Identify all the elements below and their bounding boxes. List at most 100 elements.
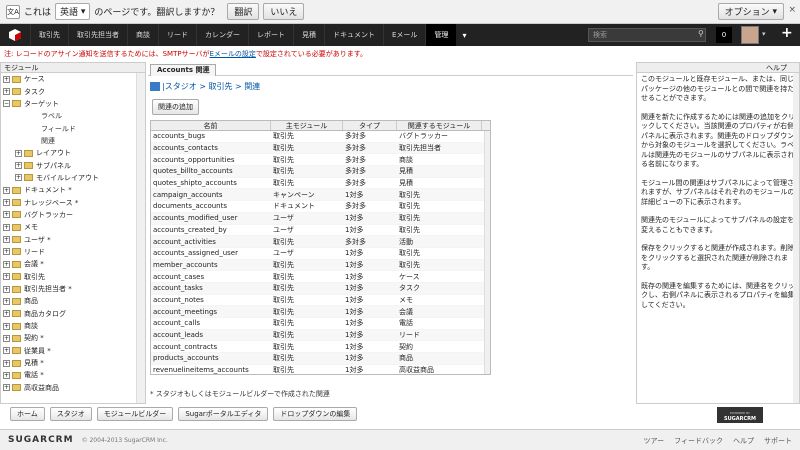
translate-button[interactable]: 翻訳: [227, 3, 260, 20]
expand-toggle-icon[interactable]: +: [15, 162, 22, 170]
tree-item[interactable]: + モバイルレイアウト: [1, 172, 145, 184]
table-row[interactable]: account_meetings 取引先 1対多 会議: [151, 306, 490, 318]
table-row[interactable]: accounts_created_by ユーザ 1対多 取引先: [151, 225, 490, 237]
table-row[interactable]: quotes_billto_accounts 取引先 多対多 見積: [151, 166, 490, 178]
nav-item[interactable]: 商談: [127, 24, 158, 46]
nav-item[interactable]: 取引先: [30, 24, 68, 46]
scrollbar[interactable]: [136, 73, 145, 403]
tree-item-label[interactable]: ラベル: [41, 111, 62, 121]
footer-link[interactable]: フィードバック: [674, 436, 723, 446]
nav-item[interactable]: 管理: [425, 24, 457, 46]
table-row[interactable]: account_tasks 取引先 1対多 タスク: [151, 282, 490, 295]
tree-item[interactable]: + 契約 *: [1, 332, 145, 344]
tree-item[interactable]: + ユーザ *: [1, 233, 145, 245]
table-row[interactable]: account_notes 取引先 1対多 メモ: [151, 295, 490, 307]
tree-item[interactable]: + 会議 *: [1, 258, 145, 270]
expand-toggle-icon[interactable]: +: [3, 88, 10, 96]
language-select[interactable]: 英語 ▾: [55, 3, 91, 20]
bottom-button[interactable]: ドロップダウンの編集: [273, 407, 358, 421]
table-row[interactable]: accounts_contacts 取引先 多対多 取引先担当者: [151, 142, 490, 155]
breadcrumb-path[interactable]: |スタジオ > 取引先 > 関連: [162, 81, 260, 92]
tree-item[interactable]: + 商談: [1, 320, 145, 332]
no-translate-button[interactable]: いいえ: [263, 3, 305, 20]
tree-item[interactable]: + サブパネル: [1, 159, 145, 171]
search-input[interactable]: 検索: [588, 28, 706, 42]
table-row[interactable]: accounts_bugs 取引先 多対多 バグトラッカー: [151, 131, 490, 143]
tree-item[interactable]: + リード: [1, 246, 145, 258]
tree-item-label[interactable]: フィールド: [41, 124, 76, 134]
table-row[interactable]: accounts_assigned_user ユーザ 1対多 取引先: [151, 248, 490, 260]
expand-toggle-icon[interactable]: +: [15, 174, 22, 182]
expand-toggle-icon[interactable]: +: [3, 310, 10, 318]
avatar[interactable]: [741, 26, 759, 44]
tree-item[interactable]: + ケース: [1, 73, 145, 85]
tree-item[interactable]: + レイアウト: [1, 147, 145, 159]
table-row[interactable]: accounts_modified_user ユーザ 1対多 取引先: [151, 212, 490, 225]
table-row[interactable]: account_calls 取引先 1対多 電話: [151, 318, 490, 330]
bottom-button[interactable]: Sugarポータルエディタ: [178, 407, 269, 421]
expand-toggle-icon[interactable]: +: [3, 322, 10, 330]
expand-toggle-icon[interactable]: +: [3, 273, 10, 281]
tree-item[interactable]: + 高収益商品: [1, 382, 145, 394]
tree-item[interactable]: + 商品カタログ: [1, 308, 145, 320]
search-icon[interactable]: ⚲: [698, 29, 704, 38]
tree-item[interactable]: + 取引先: [1, 271, 145, 283]
expand-toggle-icon[interactable]: +: [15, 149, 22, 157]
table-row[interactable]: member_accounts 取引先 1対多 取引先: [151, 259, 490, 272]
add-relationship-button[interactable]: 関連の追加: [152, 99, 199, 115]
scrollbar[interactable]: [484, 131, 490, 374]
tree-item-label[interactable]: 関連: [41, 136, 55, 146]
close-icon[interactable]: ×: [788, 5, 796, 15]
scrollbar[interactable]: [793, 73, 799, 403]
nav-item[interactable]: カレンダー: [196, 24, 248, 46]
tree-item[interactable]: + 電話 *: [1, 369, 145, 381]
options-button[interactable]: オプション ▾: [717, 3, 784, 20]
expand-toggle-icon[interactable]: +: [3, 75, 10, 83]
tree-item[interactable]: + 見積 *: [1, 357, 145, 369]
plus-icon[interactable]: +: [781, 25, 793, 41]
expand-toggle-icon[interactable]: +: [3, 371, 10, 379]
tree-item[interactable]: + タスク: [1, 85, 145, 97]
nav-more-icon[interactable]: ▾: [456, 31, 472, 40]
nav-item[interactable]: レポート: [248, 24, 293, 46]
table-row[interactable]: revenuelineitems_accounts 取引先 1対多 高収益商品: [151, 365, 490, 374]
nav-item[interactable]: 見積: [293, 24, 324, 46]
footer-link[interactable]: ツアー: [644, 436, 665, 446]
table-row[interactable]: products_accounts 取引先 1対多 商品: [151, 353, 490, 365]
tree-item[interactable]: − ターゲット: [1, 98, 145, 110]
column-type[interactable]: タイプ: [343, 121, 397, 130]
chevron-down-icon[interactable]: ▾: [762, 30, 766, 38]
home-icon[interactable]: [150, 81, 160, 91]
tree-item[interactable]: + バグトラッカー: [1, 209, 145, 221]
nav-item[interactable]: 取引先担当者: [68, 24, 127, 46]
tree-item[interactable]: + メモ: [1, 221, 145, 233]
table-row[interactable]: documents_accounts ドキュメント 多対多 取引先: [151, 201, 490, 213]
tree-item[interactable]: ラベル: [1, 110, 145, 122]
expand-toggle-icon[interactable]: +: [3, 186, 10, 194]
sugar-cube-icon[interactable]: [8, 28, 22, 42]
expand-toggle-icon[interactable]: +: [3, 236, 10, 244]
tree-item[interactable]: フィールド: [1, 122, 145, 134]
expand-toggle-icon[interactable]: −: [3, 100, 10, 108]
table-row[interactable]: account_activities 取引先 多対多 活動: [151, 236, 490, 248]
footer-link[interactable]: ヘルプ: [733, 436, 754, 446]
table-row[interactable]: account_cases 取引先 1対多 ケース: [151, 271, 490, 283]
expand-toggle-icon[interactable]: +: [3, 359, 10, 367]
table-row[interactable]: campaign_accounts キャンペーン 1対多 取引先: [151, 189, 490, 202]
footer-link[interactable]: サポート: [764, 436, 792, 446]
notification-count[interactable]: 0: [716, 27, 732, 43]
tree-item[interactable]: + 従業員 *: [1, 345, 145, 357]
nav-item[interactable]: ドキュメント: [324, 24, 383, 46]
expand-toggle-icon[interactable]: +: [3, 285, 10, 293]
expand-toggle-icon[interactable]: +: [3, 260, 10, 268]
table-row[interactable]: quotes_shipto_accounts 取引先 多対多 見積: [151, 178, 490, 190]
email-settings-link[interactable]: Eメールの設定: [210, 50, 256, 58]
bottom-button[interactable]: ホーム: [10, 407, 45, 421]
expand-toggle-icon[interactable]: +: [3, 223, 10, 231]
tab-accounts-relationships[interactable]: Accounts 関連: [150, 64, 217, 76]
tree-item[interactable]: 関連: [1, 135, 145, 147]
tree-item[interactable]: + ナレッジベース *: [1, 196, 145, 208]
tree-item[interactable]: + 取引先担当者 *: [1, 283, 145, 295]
column-primary-module[interactable]: 主モジュール: [271, 121, 343, 130]
bottom-button[interactable]: モジュールビルダー: [96, 407, 174, 421]
